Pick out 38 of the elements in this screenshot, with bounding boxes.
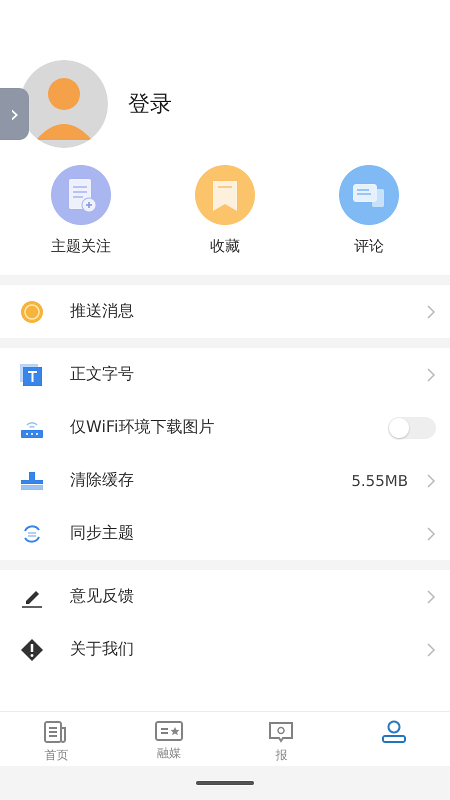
menu-item[interactable]: 推送消息 bbox=[0, 285, 450, 338]
shortcut-label: 主题关注 bbox=[51, 237, 111, 256]
shortcut-label: 收藏 bbox=[210, 237, 240, 256]
menu-item[interactable]: 关于我们 bbox=[0, 623, 450, 676]
menu-label: 推送消息 bbox=[70, 301, 135, 322]
tab[interactable]: 首页 bbox=[0, 712, 112, 766]
chevron-right-icon bbox=[426, 366, 436, 382]
text-size-icon bbox=[20, 364, 42, 386]
chevron-right-icon bbox=[426, 304, 436, 320]
home-indicator[interactable] bbox=[196, 781, 254, 785]
tab[interactable]: 融媒 bbox=[112, 712, 225, 766]
menu-label: 仅WiFi环境下载图片 bbox=[70, 417, 216, 438]
cache-size: 5.55MB bbox=[351, 472, 408, 490]
chevron-right-icon bbox=[426, 588, 436, 604]
menu-item[interactable]: 清除缓存 5.55MB bbox=[0, 454, 450, 507]
login-link[interactable]: 登录 bbox=[128, 89, 172, 119]
chat-at-icon bbox=[268, 720, 294, 744]
toggle-switch[interactable] bbox=[388, 416, 436, 438]
setting-row[interactable]: 仅WiFi环境下载图片 bbox=[0, 401, 450, 454]
broom-icon bbox=[20, 470, 44, 492]
user-icon bbox=[380, 720, 407, 744]
chevron-right-icon bbox=[426, 472, 436, 488]
shortcut-label: 评论 bbox=[354, 237, 384, 256]
menu-item[interactable]: 意见反馈 bbox=[0, 570, 450, 623]
tab[interactable]: 报 bbox=[225, 712, 338, 766]
menu-label: 清除缓存 bbox=[70, 470, 135, 491]
menu-label: 正文字号 bbox=[70, 364, 135, 385]
menu-label: 意见反馈 bbox=[70, 586, 135, 607]
menu-item[interactable]: 同步主题 bbox=[0, 507, 450, 560]
menu-label: 关于我们 bbox=[70, 639, 135, 660]
bookmark-icon[interactable] bbox=[195, 165, 255, 225]
menu-label: 同步主题 bbox=[70, 523, 135, 544]
chat-icon[interactable] bbox=[339, 165, 399, 225]
chevron-right-icon bbox=[426, 642, 436, 658]
warning-icon bbox=[20, 638, 44, 662]
menu-item[interactable]: 正文字号 bbox=[0, 348, 450, 401]
chevron-right-icon bbox=[426, 526, 436, 542]
document-add-icon[interactable] bbox=[51, 165, 111, 225]
